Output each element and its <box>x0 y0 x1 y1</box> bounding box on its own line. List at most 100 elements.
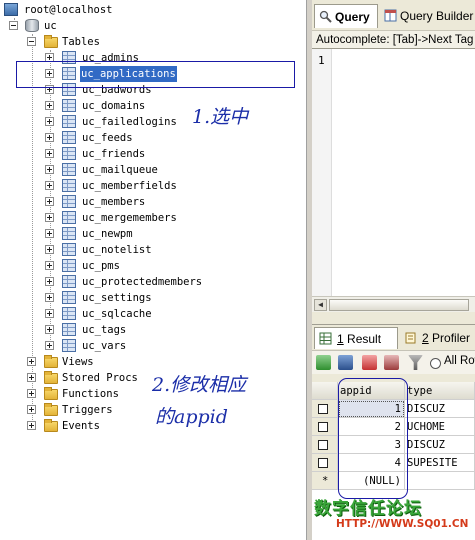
sql-editor[interactable]: 1 ◀ <box>312 48 475 312</box>
row-selector[interactable] <box>312 418 338 436</box>
cell-type[interactable]: DISCUZ <box>405 436 475 454</box>
tab-query-builder-label: Query Builder <box>400 9 474 23</box>
table-label: uc_domains <box>82 100 146 112</box>
table-label: uc_failedlogins <box>82 116 177 128</box>
table-icon <box>62 275 76 288</box>
database-label: uc <box>44 20 57 32</box>
table-label: uc_vars <box>82 340 127 352</box>
tab-query[interactable]: Query <box>314 4 378 28</box>
row-checkbox[interactable] <box>318 458 328 468</box>
folder-icon <box>44 371 58 384</box>
results-tab-bar: 1 Result 2 Profiler <box>312 324 475 349</box>
tree-guide-line <box>32 34 33 428</box>
expand-icon[interactable] <box>45 149 54 158</box>
expand-icon[interactable] <box>27 421 36 430</box>
expand-icon[interactable] <box>45 341 54 350</box>
expand-icon[interactable] <box>45 165 54 174</box>
collapse-icon[interactable] <box>27 37 36 46</box>
cell-empty[interactable] <box>405 472 475 490</box>
expand-icon[interactable] <box>45 181 54 190</box>
table-icon <box>62 115 76 128</box>
expand-icon[interactable] <box>45 277 54 286</box>
row-selector[interactable] <box>312 436 338 454</box>
horizontal-scrollbar[interactable]: ◀ <box>312 296 475 312</box>
expand-icon[interactable] <box>45 197 54 206</box>
tab-query-builder[interactable]: Query Builder <box>380 4 475 28</box>
expand-icon[interactable] <box>45 213 54 222</box>
scroll-left-icon[interactable]: ◀ <box>314 299 327 311</box>
object-browser-tree: root@localhost uc Tables uc_admins uc_ap… <box>0 0 306 540</box>
tab-result-number: 1 <box>337 332 344 346</box>
autocomplete-hint: Autocomplete: [Tab]->Next Tag <box>312 30 475 48</box>
all-rows-radio[interactable] <box>430 358 441 369</box>
expand-icon[interactable] <box>45 133 54 142</box>
expand-icon[interactable] <box>45 325 54 334</box>
save-icon[interactable] <box>338 355 353 370</box>
delete-row-icon[interactable] <box>362 355 377 370</box>
row-checkbox[interactable] <box>318 422 328 432</box>
row-checkbox[interactable] <box>318 404 328 414</box>
expand-icon[interactable] <box>27 373 36 382</box>
expand-icon[interactable] <box>45 229 54 238</box>
table-label: uc_tags <box>82 324 127 336</box>
table-icon <box>62 163 76 176</box>
annotation-step-2-line1: 2.修改相应 <box>152 374 247 396</box>
table-icon <box>62 195 76 208</box>
table-icon <box>62 99 76 112</box>
table-icon <box>62 291 76 304</box>
results-toolbar: All Rows <box>312 350 475 374</box>
expand-icon[interactable] <box>45 309 54 318</box>
cancel-changes-icon[interactable] <box>384 355 399 370</box>
scroll-thumb[interactable] <box>329 299 469 311</box>
cell-type[interactable]: DISCUZ <box>405 400 475 418</box>
tab-result[interactable]: 1 Result <box>314 327 398 349</box>
table-label: uc_sqlcache <box>82 308 152 320</box>
cell-type[interactable]: SUPESITE <box>405 454 475 472</box>
table-icon <box>62 323 76 336</box>
table-icon <box>62 131 76 144</box>
annotation-step-2-line2: 的appid <box>155 406 228 428</box>
filter-icon[interactable] <box>408 355 423 370</box>
expand-icon[interactable] <box>45 245 54 254</box>
server-icon <box>4 3 18 16</box>
table-icon <box>62 259 76 272</box>
table-icon <box>62 179 76 192</box>
tables-folder-label: Tables <box>62 36 100 48</box>
new-row-marker[interactable]: * <box>312 472 338 490</box>
cell-type[interactable]: UCHOME <box>405 418 475 436</box>
collapse-icon[interactable] <box>9 21 18 30</box>
tab-query-label: Query <box>335 10 370 24</box>
watermark-url: HTTP://WWW.SQ01.CN <box>336 518 469 530</box>
table-icon <box>62 227 76 240</box>
query-builder-icon <box>384 9 397 22</box>
tab-profiler[interactable]: 2 Profiler <box>400 327 475 349</box>
annotation-step-1: 1.选中 <box>192 106 249 128</box>
expand-icon[interactable] <box>45 117 54 126</box>
root-label: root@localhost <box>24 4 113 16</box>
row-checkbox[interactable] <box>318 440 328 450</box>
folder-icon <box>44 355 58 368</box>
magnifier-icon <box>319 10 332 23</box>
row-selector[interactable] <box>312 454 338 472</box>
table-label: uc_feeds <box>82 132 133 144</box>
table-icon <box>62 147 76 160</box>
row-selector[interactable] <box>312 400 338 418</box>
table-label: uc_mailqueue <box>82 164 158 176</box>
expand-icon[interactable] <box>27 405 36 414</box>
all-rows-label: All Rows <box>444 355 475 367</box>
column-header-type[interactable]: type <box>405 382 475 400</box>
folder-label: Triggers <box>62 404 113 416</box>
insert-row-icon[interactable] <box>316 355 331 370</box>
tab-profiler-number: 2 <box>422 331 429 345</box>
folder-icon <box>44 35 58 48</box>
expand-icon[interactable] <box>45 293 54 302</box>
expand-icon[interactable] <box>27 357 36 366</box>
table-label: uc_pms <box>82 260 120 272</box>
expand-icon[interactable] <box>45 261 54 270</box>
table-icon <box>62 339 76 352</box>
expand-icon[interactable] <box>27 389 36 398</box>
annotation-highlight-box <box>16 61 295 88</box>
expand-icon[interactable] <box>45 101 54 110</box>
grid-corner <box>312 382 338 400</box>
annotation-appid-box <box>338 378 408 499</box>
